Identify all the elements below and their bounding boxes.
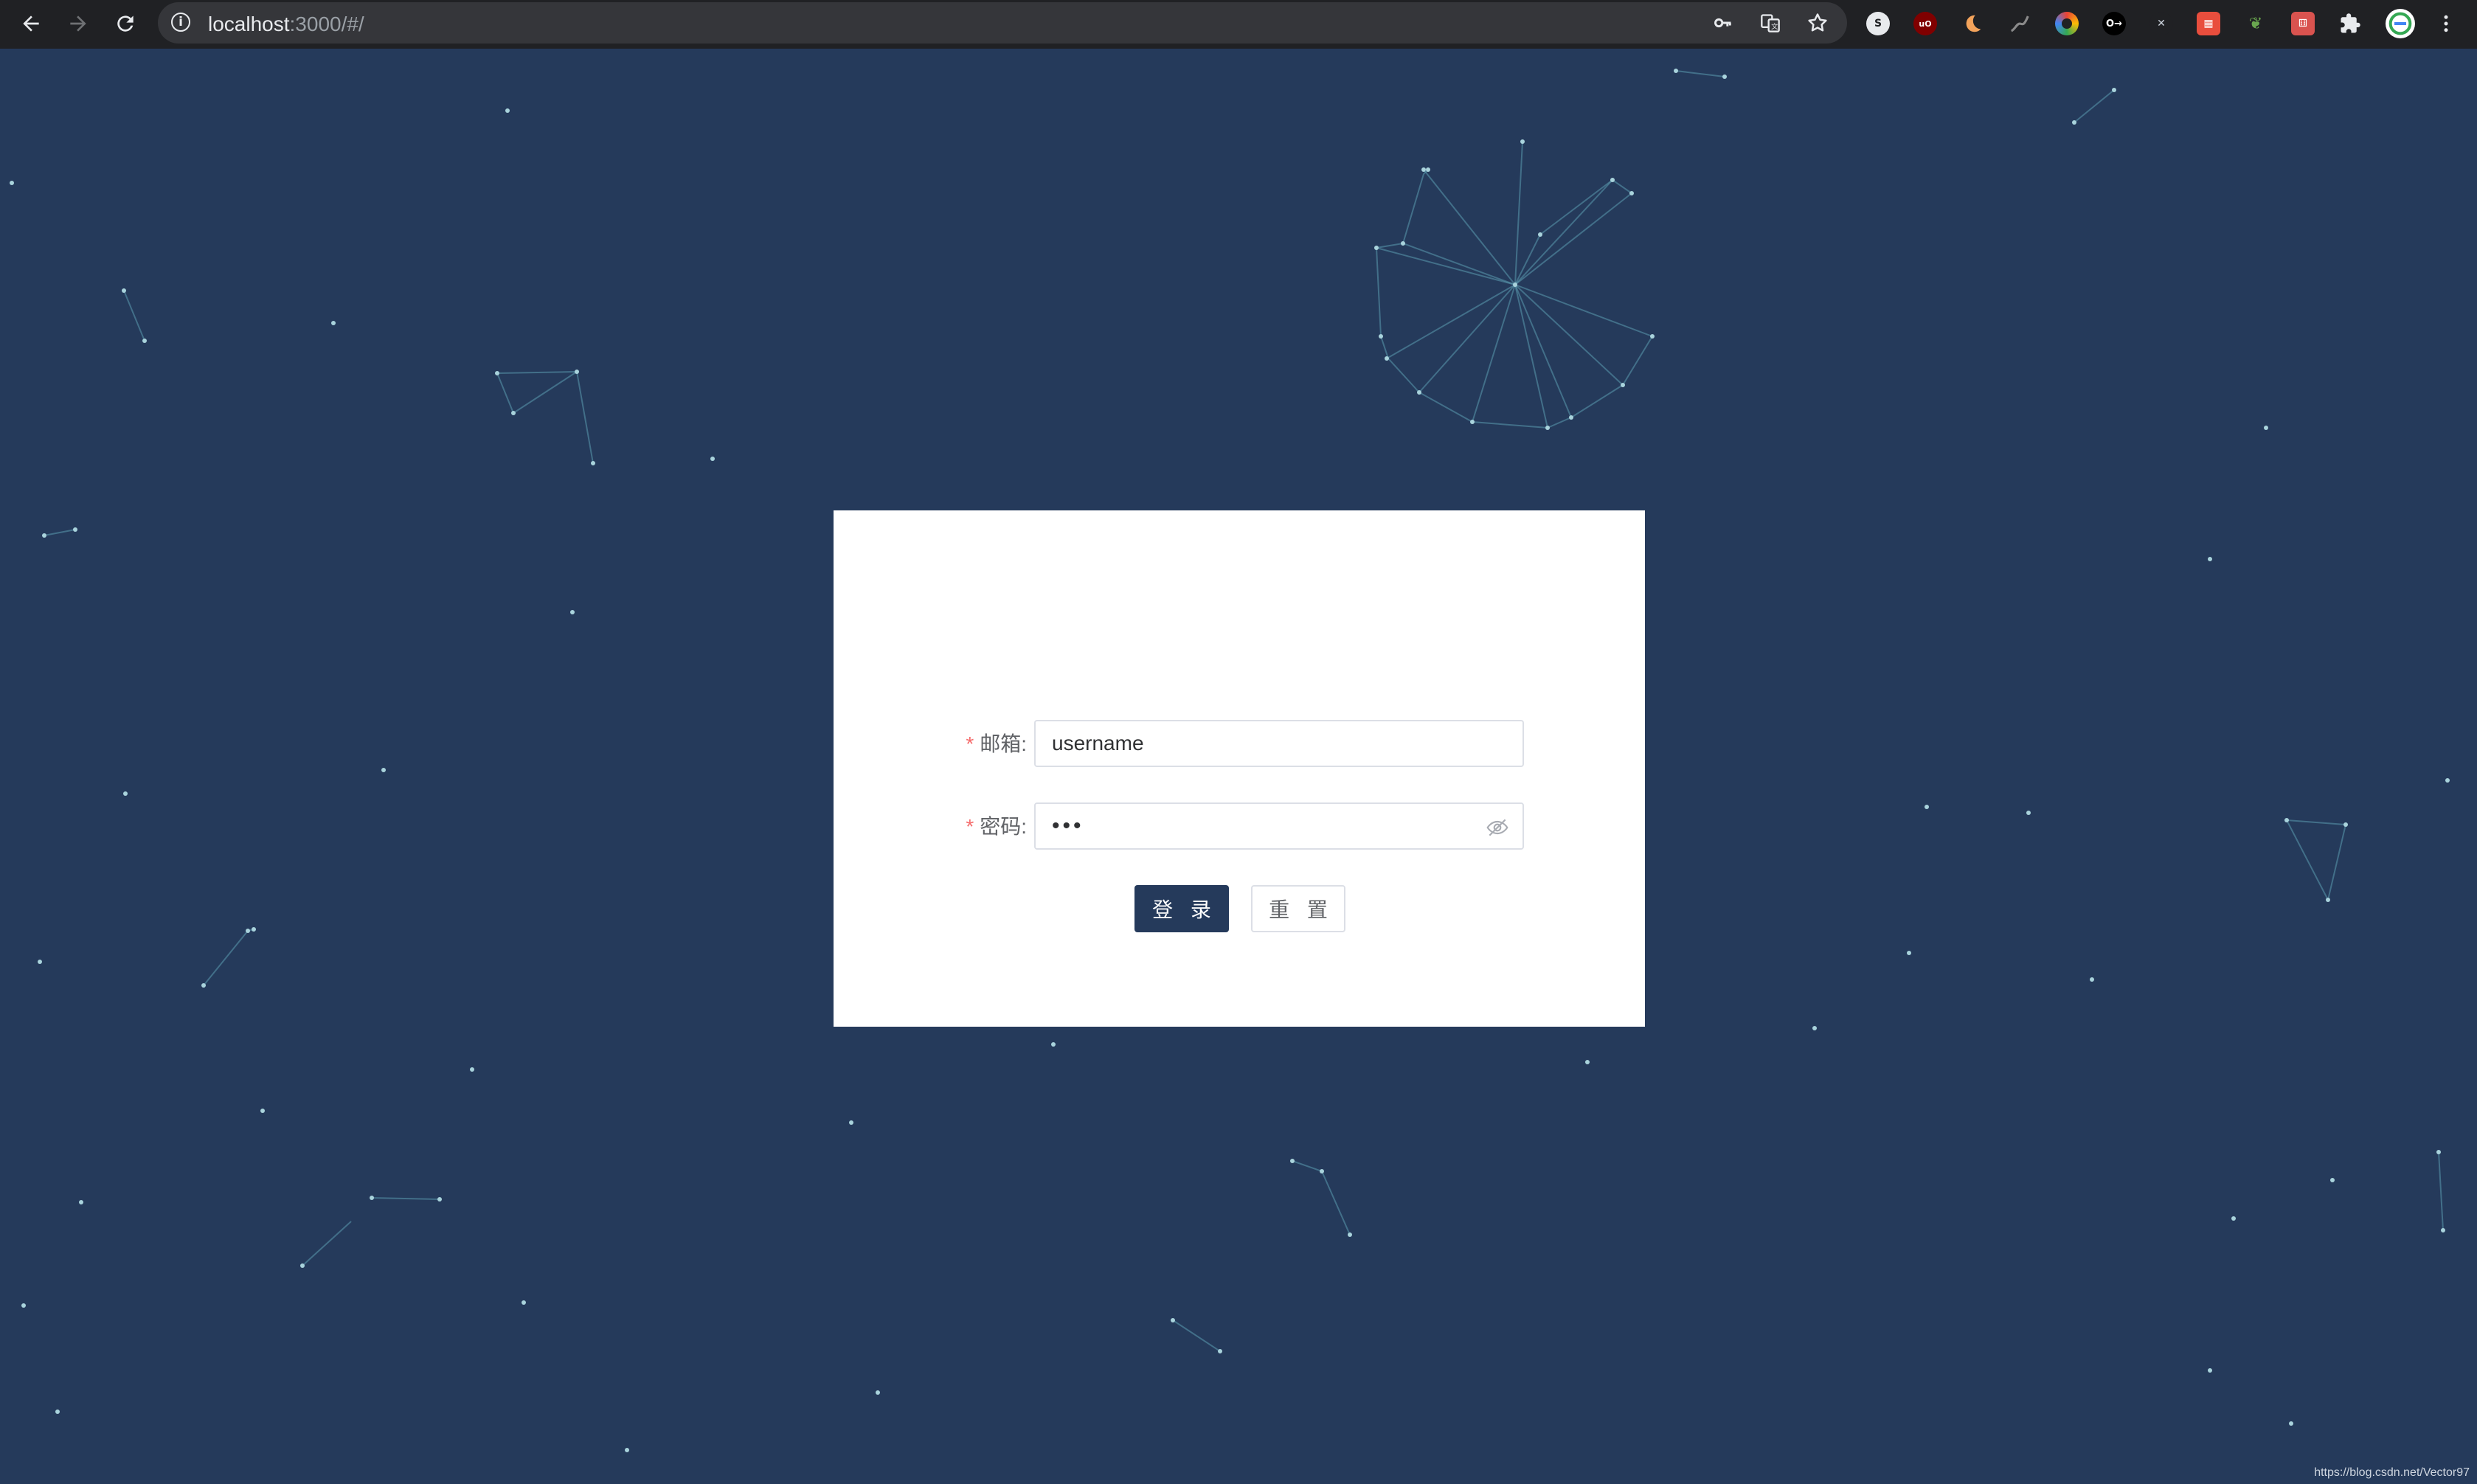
forward-button[interactable]	[62, 7, 94, 40]
email-label: * 邮箱:	[966, 732, 1027, 755]
login-button[interactable]: 登 录	[1134, 885, 1229, 932]
svg-text:文: 文	[1771, 22, 1778, 31]
eye-off-icon[interactable]	[1486, 816, 1509, 839]
login-card: * 邮箱: username * 密码: ••• 登 录 重 置	[834, 510, 1645, 1027]
arrow-left-icon	[23, 15, 39, 32]
dice-extension-icon[interactable]: ⚅	[2291, 12, 2315, 35]
password-form-item: * 密码: •••	[834, 802, 1645, 851]
translate-icon[interactable]: 文	[1759, 11, 1782, 35]
browser-toolbar: i localhost:3000/#/ 文 S uO O→ ✕ ▦ ❦ ⚅	[0, 0, 2477, 49]
dark-reader-icon[interactable]	[1961, 12, 1984, 35]
key-extension-icon[interactable]: O→	[2102, 12, 2126, 35]
login-page: * 邮箱: username * 密码: ••• 登 录 重 置 https://b…	[0, 49, 2477, 1484]
password-field[interactable]: •••	[1034, 802, 1524, 850]
extension-s-icon[interactable]: S	[1866, 12, 1890, 35]
password-label: * 密码:	[966, 815, 1027, 838]
address-bar[interactable]: i localhost:3000/#/ 文	[158, 2, 1847, 44]
reset-button[interactable]: 重 置	[1251, 885, 1345, 932]
info-icon[interactable]: i	[171, 13, 190, 32]
ublock-icon[interactable]: uO	[1913, 12, 1937, 35]
pixel-extension-icon[interactable]: ▦	[2197, 12, 2220, 35]
menu-kebab-icon[interactable]	[2430, 7, 2462, 40]
leaf-extension-icon[interactable]: ❦	[2244, 12, 2268, 35]
required-mark: *	[966, 815, 974, 838]
password-input-value: •••	[1052, 814, 1084, 838]
email-field[interactable]: username	[1034, 720, 1524, 767]
required-mark: *	[966, 732, 974, 755]
profile-avatar[interactable]	[2386, 9, 2415, 38]
bookmark-star-icon[interactable]	[1806, 11, 1829, 35]
watermark: https://blog.csdn.net/Vector97	[2314, 1466, 2470, 1479]
email-input-value: username	[1052, 732, 1144, 755]
url-text[interactable]: localhost:3000/#/	[208, 13, 364, 36]
back-button[interactable]	[15, 7, 47, 40]
ring-icon[interactable]	[2055, 12, 2079, 35]
reload-icon	[117, 15, 134, 32]
x-extension-icon[interactable]: ✕	[2149, 12, 2173, 35]
route-icon[interactable]	[2008, 12, 2031, 35]
puzzle-icon[interactable]	[2338, 12, 2362, 35]
arrow-right-icon	[70, 15, 86, 32]
reload-button[interactable]	[109, 7, 142, 40]
button-row: 登 录 重 置	[834, 885, 1645, 934]
key-icon[interactable]	[1711, 11, 1735, 35]
email-form-item: * 邮箱: username	[834, 720, 1645, 769]
